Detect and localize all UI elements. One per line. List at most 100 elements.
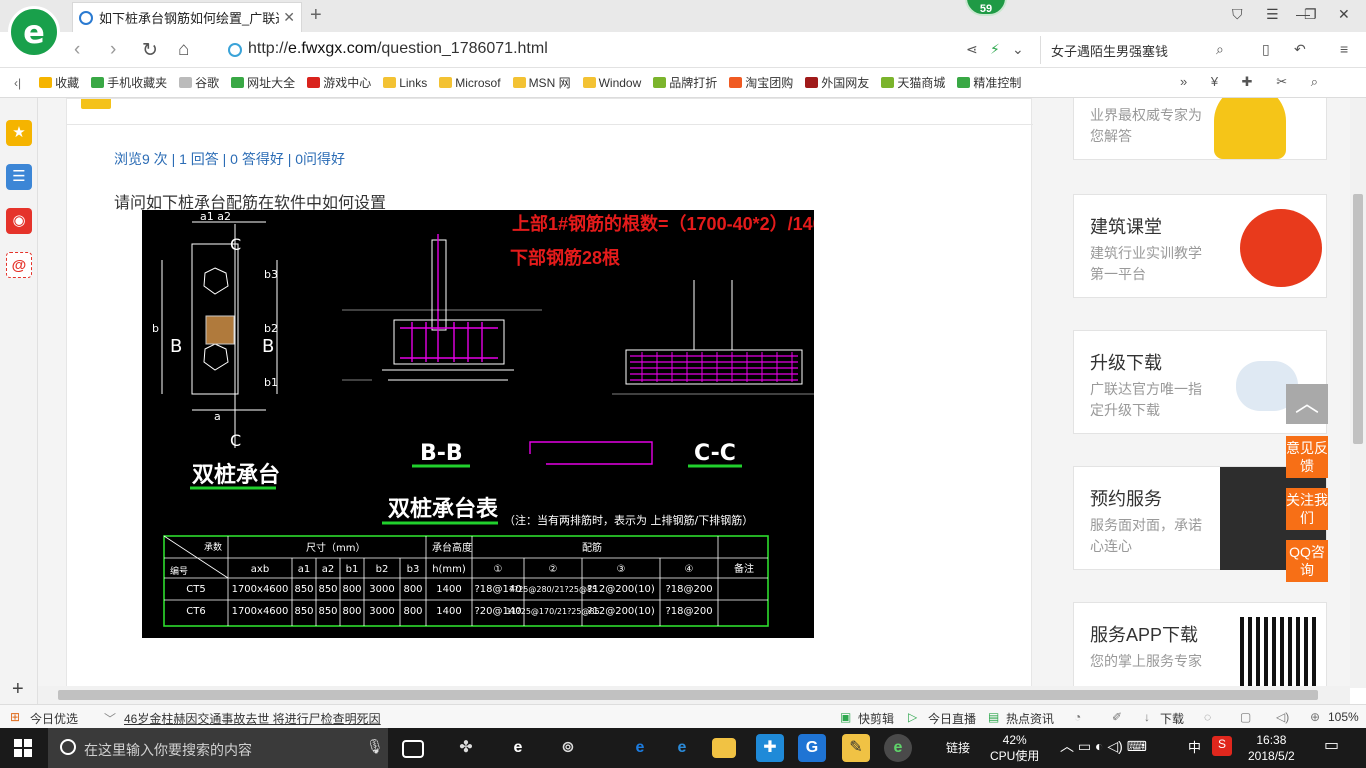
expert-card-desc: 业界最权威专家为您解答 <box>1090 107 1202 144</box>
action-center-icon[interactable]: ▭ <box>1324 738 1339 754</box>
back-icon[interactable]: ‹ <box>74 39 80 61</box>
file-explorer-icon[interactable] <box>712 738 736 758</box>
mascot-icon <box>1214 98 1286 159</box>
search-input[interactable]: 女子遇陌生男强塞钱 <box>1040 36 1240 64</box>
ime-indicator[interactable]: 中 <box>1188 740 1201 756</box>
browser-logo[interactable]: e <box>8 6 60 58</box>
table-cell: 3000 <box>369 606 394 617</box>
question-stats[interactable]: 浏览9 次 | 1 回答 | 0 答得好 | 0问得好 <box>114 149 345 169</box>
plan-section-b-right: B <box>262 336 274 357</box>
tab-title: 如下桩承台钢筋如何绘置_广联达 <box>99 11 280 26</box>
bookmark-item[interactable]: Microsof <box>439 74 501 91</box>
today-picks[interactable]: 今日优选 <box>30 710 78 727</box>
collapse-sidebar-icon[interactable]: ‹| <box>14 76 21 90</box>
quick-edit[interactable]: 快剪辑 <box>858 710 894 727</box>
tools-icon[interactable]: ✐ <box>1112 710 1122 724</box>
360-browser-icon[interactable]: e <box>884 734 912 762</box>
bookmark-item[interactable]: 精准控制 <box>957 74 1021 91</box>
forward-icon[interactable]: › <box>110 39 116 61</box>
notes-app-icon[interactable]: ✎ <box>842 734 870 762</box>
qq-consult-button[interactable]: QQ咨询 <box>1286 540 1328 582</box>
cad-drawing: a1 a2 C C B B b3 b2 b1 b a 双桩承台 B-B C-C … <box>152 210 814 627</box>
feedback-button[interactable]: 意见反馈 <box>1286 436 1328 478</box>
reading-list-icon[interactable]: ☰ <box>6 164 32 190</box>
bookmark-item[interactable]: 游戏中心 <box>307 74 371 91</box>
horizontal-scrollbar[interactable] <box>38 686 1350 704</box>
g-app-icon[interactable]: G <box>798 734 826 762</box>
bookmark-item[interactable]: 外国网友 <box>805 74 869 91</box>
weibo-icon[interactable]: ◉ <box>6 208 32 234</box>
bookmark-item[interactable]: Links <box>383 74 427 91</box>
search-icon[interactable]: ⌕ <box>1216 41 1224 58</box>
share-icon[interactable]: ⋖ <box>966 41 978 58</box>
table-subheader: axb <box>251 564 269 575</box>
link-toolbar[interactable]: 链接 <box>946 740 970 756</box>
zoom-level[interactable]: 105% <box>1328 710 1359 724</box>
bookmark-item[interactable]: Window <box>582 74 641 91</box>
more-news-icon[interactable]: ﹀ <box>104 710 116 727</box>
lightning-icon[interactable]: ⚡ <box>990 41 1000 58</box>
bookmark-item[interactable]: 网址大全 <box>231 74 295 91</box>
favorites-star-icon[interactable]: ★ <box>6 120 32 146</box>
microphone-icon[interactable]: 🎙 <box>366 738 384 755</box>
url-field[interactable]: http://e.fwxgx.com/question_1786071.html <box>248 40 548 58</box>
task-view-icon[interactable] <box>402 740 424 758</box>
refresh-icon[interactable]: ↻ <box>142 39 158 62</box>
bookmark-item[interactable]: MSN 网 <box>512 74 571 91</box>
bookmark-item[interactable]: 谷歌 <box>179 74 219 91</box>
taskbar-search[interactable]: 在这里输入你要搜索的内容 🎙 <box>48 728 388 768</box>
close-tab-icon[interactable]: ✕ <box>283 9 295 26</box>
download-button[interactable]: 下载 <box>1160 710 1184 727</box>
bookmark-label: 谷歌 <box>195 76 220 90</box>
menu-icon[interactable]: ☰ <box>1266 6 1279 23</box>
bookmark-item[interactable]: 天猫商城 <box>881 74 945 91</box>
chevron-down-icon[interactable]: ⌄ <box>1012 41 1024 58</box>
bookmark-item[interactable]: 淘宝团购 <box>729 74 793 91</box>
sogou-ime-icon[interactable]: S <box>1212 736 1232 756</box>
notification-badge[interactable]: 59 <box>965 0 1007 16</box>
internet-explorer-icon[interactable]: e <box>668 734 696 762</box>
bookmark-item[interactable]: 手机收藏夹 <box>91 74 167 91</box>
speed-icon[interactable]: ◔ <box>1074 710 1081 724</box>
pinwheel-app-icon[interactable]: ✤ <box>452 734 480 762</box>
cpu-label: CPU使用 <box>990 749 1040 763</box>
ie-e-icon[interactable]: e <box>504 734 532 762</box>
today-live[interactable]: 今日直播 <box>928 710 976 727</box>
table-cell: ?12@200(10) <box>587 584 655 595</box>
hot-news[interactable]: 热点资讯 <box>1006 710 1054 727</box>
bookmark-icon <box>179 77 193 88</box>
news-ticker[interactable]: 46岁金柱赫因交通事故去世 将进行尸检查明死因 <box>124 710 381 727</box>
tray-icons[interactable]: ︿ ▭ ◐ ◁) ⌨ <box>1060 738 1147 754</box>
add-sidebar-icon[interactable]: + <box>12 678 24 701</box>
glodon-app-icon[interactable]: ✚ <box>756 734 784 762</box>
classroom-card[interactable]: 建筑课堂 建筑行业实训教学第一平台 <box>1073 194 1327 298</box>
spiral-app-icon[interactable]: ⊚ <box>554 734 582 762</box>
back-to-top-button[interactable]: ︿ <box>1286 384 1328 424</box>
app-download-card[interactable]: 服务APP下载 您的掌上服务专家 <box>1073 602 1327 686</box>
cpu-usage[interactable]: 42% CPU使用 <box>990 732 1039 764</box>
shirt-skin-icon[interactable]: ⛉ <box>1232 6 1243 23</box>
bookmark-label: 收藏 <box>55 76 80 90</box>
windows-start-icon[interactable] <box>14 739 32 757</box>
undo-icon[interactable]: ↶ <box>1294 41 1306 58</box>
stirrup-detail <box>529 441 653 465</box>
edge-icon[interactable]: e <box>626 734 654 762</box>
home-icon[interactable]: ⌂ <box>178 39 189 61</box>
bookmark-toolbar-icons[interactable]: » ¥ ✚ ✂ ⌕ <box>1180 74 1328 90</box>
new-tab-button[interactable]: + <box>310 4 322 27</box>
clock[interactable]: 16:38 2018/5/2 <box>1248 732 1295 764</box>
sound-icon[interactable]: ◁) <box>1276 710 1289 724</box>
follow-us-button[interactable]: 关注我们 <box>1286 488 1328 530</box>
mobile-icon[interactable]: ▯ <box>1262 41 1270 58</box>
vertical-scrollbar[interactable] <box>1350 98 1366 688</box>
clean-icon[interactable]: ◌ <box>1204 710 1211 724</box>
bookmark-item[interactable]: 品牌打折 <box>653 74 717 91</box>
expert-card[interactable]: 业界最权威专家为您解答 <box>1073 98 1327 160</box>
more-icon[interactable]: ≡ <box>1340 41 1348 57</box>
window-icon[interactable]: ▢ <box>1240 710 1251 724</box>
bookmark-item[interactable]: 收藏 <box>39 74 79 91</box>
close-window-icon[interactable]: ✕ <box>1338 6 1350 23</box>
browser-tab[interactable]: 如下桩承台钢筋如何绘置_广联达 ✕ <box>72 2 302 32</box>
restore-icon[interactable]: ❐ <box>1304 6 1317 23</box>
mail-icon[interactable]: @ <box>6 252 32 278</box>
